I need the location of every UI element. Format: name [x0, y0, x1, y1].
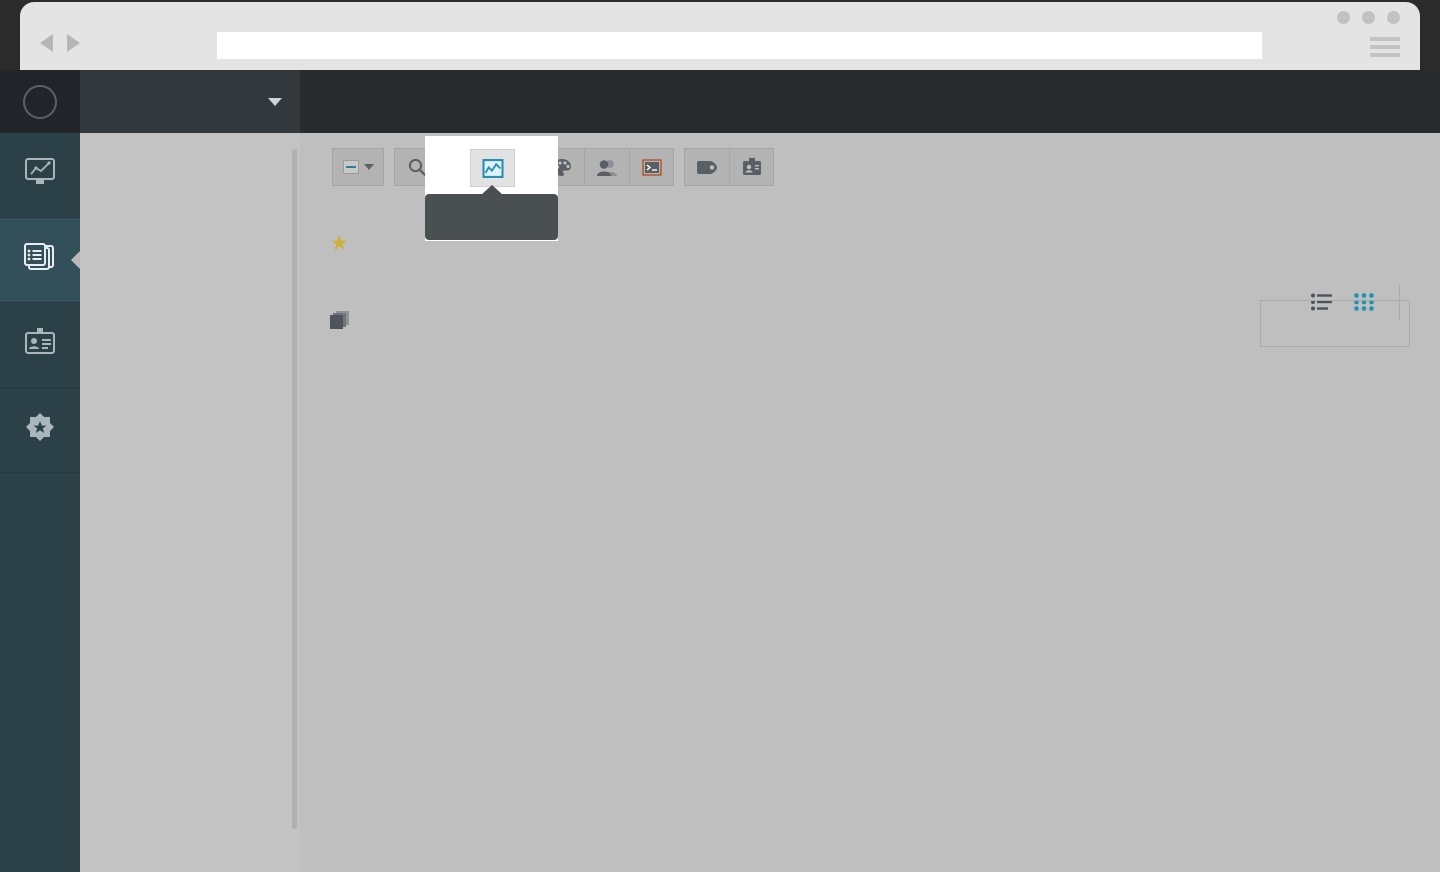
toolbar-group-2 — [539, 148, 674, 186]
websites-grid-area: ★ — [300, 203, 1440, 872]
client-reports-tooltip — [425, 194, 558, 240]
find-website-dropdown[interactable] — [80, 70, 300, 133]
app-root: ★ — [0, 0, 1440, 872]
stack-icon — [330, 311, 350, 334]
tags-icon-button[interactable] — [684, 148, 729, 186]
window-dot-2[interactable] — [1362, 11, 1375, 24]
monitor-chart-icon — [24, 158, 56, 186]
sidebar-item-websites[interactable] — [0, 218, 80, 303]
website-name-filter[interactable] — [1260, 300, 1410, 347]
terminal-icon-button[interactable] — [629, 148, 674, 186]
sidebar-item-addons[interactable] — [0, 388, 80, 473]
star-burst-icon — [25, 413, 55, 441]
star-icon: ★ — [330, 231, 349, 255]
browser-toolbar — [20, 2, 1420, 70]
plus-icon — [23, 84, 57, 119]
hamburger-menu-icon[interactable] — [1370, 37, 1400, 61]
hide-filters-button[interactable] — [0, 767, 80, 872]
partial-check-icon — [342, 160, 359, 174]
id-card-icon — [25, 328, 55, 356]
client-reports-icon-highlight[interactable] — [470, 149, 515, 187]
filters-scrollbar[interactable] — [292, 149, 297, 829]
primary-nav-rail — [0, 133, 80, 872]
chevron-down-icon — [268, 97, 282, 106]
window-dot-1[interactable] — [1337, 11, 1350, 24]
browser-chrome — [0, 0, 1440, 70]
window-controls — [1337, 11, 1400, 24]
users-icon-button[interactable] — [584, 148, 629, 186]
forward-arrow-icon[interactable] — [67, 34, 80, 52]
url-bar[interactable] — [217, 32, 1262, 59]
filters-sidebar — [80, 133, 300, 872]
toolbar-group-3 — [684, 148, 774, 186]
browser-nav-buttons — [40, 34, 94, 52]
window-dot-3[interactable] — [1387, 11, 1400, 24]
sidebar-item-overview[interactable] — [0, 133, 80, 218]
websites-section-header — [330, 311, 1410, 334]
app-header — [0, 70, 1440, 203]
sidebar-item-clients[interactable] — [0, 303, 80, 388]
select-all-dropdown[interactable] — [332, 148, 384, 186]
add-website-button[interactable] — [0, 70, 80, 133]
clients-briefcase-icon-button[interactable] — [729, 148, 774, 186]
chevron-down-icon — [363, 164, 374, 170]
stacked-list-icon — [24, 243, 56, 271]
main-content: ★ — [300, 133, 1440, 872]
back-arrow-icon[interactable] — [40, 34, 53, 52]
